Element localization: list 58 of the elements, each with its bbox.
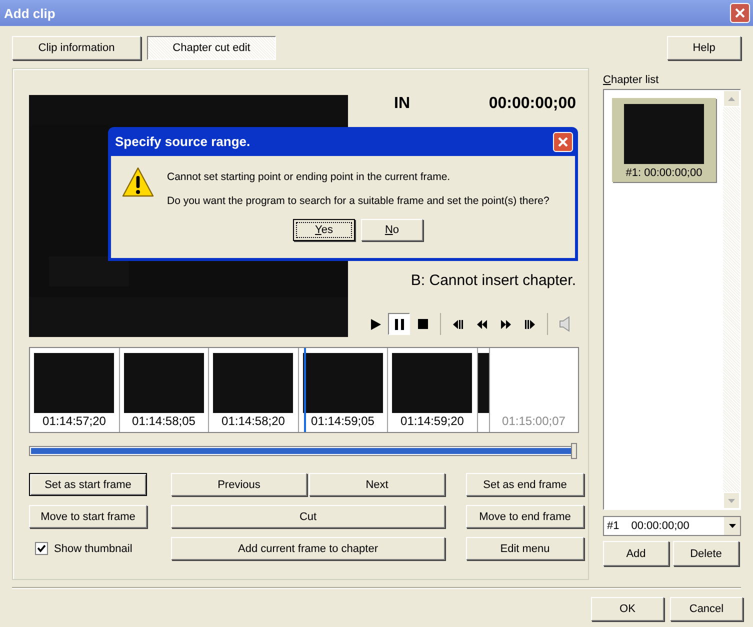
dialog-message: Cannot set starting point or ending point in the current frame. (167, 171, 452, 183)
play-icon (370, 318, 380, 330)
frame-thumbnail[interactable] (478, 348, 490, 432)
chapter-caption: #1: 00:00:00;00 (626, 167, 702, 179)
delete-button[interactable]: Delete (673, 541, 739, 566)
cancel-button[interactable]: Cancel (670, 597, 743, 621)
close-button[interactable] (730, 3, 750, 23)
frame-timecode: 01:14:57;20 (42, 414, 106, 428)
timecode-label: IN (394, 95, 410, 114)
add-to-chapter-button[interactable]: Add current frame to chapter (171, 537, 445, 560)
move-to-start-button[interactable]: Move to start frame (29, 505, 147, 528)
dialog-button[interactable]: Yes (293, 219, 355, 241)
pause-button[interactable] (388, 313, 410, 335)
chapter-number: #1 (607, 520, 620, 532)
tab[interactable]: Chapter cut edit (147, 36, 276, 60)
dropdown-arrow-icon (728, 524, 736, 528)
add-button[interactable]: Add (603, 541, 669, 566)
help-button[interactable]: Help (667, 36, 741, 60)
close-button[interactable] (553, 132, 573, 152)
pause-icon (394, 318, 404, 330)
dialog-button[interactable]: No (361, 219, 423, 241)
status-message: B: Cannot insert chapter. (410, 272, 576, 289)
set-end-button[interactable]: Set as end frame (466, 473, 584, 496)
down-arrow-icon (728, 498, 735, 502)
checkbox[interactable] (35, 542, 48, 555)
next-button[interactable]: Next (309, 473, 445, 496)
tab[interactable]: Clip information (12, 36, 141, 60)
chapter-dropdown[interactable]: #1 00:00:00;00 (603, 516, 741, 536)
rewind-icon (477, 320, 487, 328)
ok-button[interactable]: OK (591, 597, 664, 621)
move-to-end-button[interactable]: Move to end frame (466, 505, 584, 528)
close-icon (734, 7, 746, 19)
edit-menu-button[interactable]: Edit menu (466, 537, 584, 560)
frame-timecode: 01:14:58;20 (222, 414, 285, 428)
set-start-button[interactable]: Set as start frame (29, 473, 147, 496)
frame-timecode: 01:14:58;05 (132, 414, 196, 428)
up-arrow-icon (728, 96, 735, 100)
cut-button[interactable]: Cut (171, 505, 445, 528)
previous-button[interactable]: Previous (171, 473, 307, 496)
step-forward-icon (525, 320, 535, 328)
frame-timecode: 01:15:00;07 (502, 414, 566, 428)
speaker-icon (559, 316, 571, 332)
dialog-message: Do you want the program to search for a suitable frame and set the point(s) there? (167, 195, 550, 207)
chapter-item[interactable]: #1: 00:00:00;00 (612, 98, 716, 182)
dialog-title: Specify source range. (115, 134, 250, 149)
fast-forward-icon (501, 320, 511, 328)
chapter-list-label: Chapter list (603, 73, 660, 88)
window-title: Add clip (4, 6, 56, 20)
check-icon (37, 544, 46, 553)
frame-timecode: 01:14:59;20 (400, 414, 464, 428)
frame-timecode: 01:14:59;05 (311, 414, 374, 428)
warning-icon (121, 166, 155, 198)
close-icon (557, 136, 569, 148)
timecode-value: 00:00:00;00 (488, 95, 576, 114)
checkbox-label: Show thumbnail (54, 542, 132, 554)
stop-icon (418, 319, 428, 329)
chapter-time: 00:00:00;00 (631, 520, 690, 532)
step-back-icon (453, 320, 463, 328)
